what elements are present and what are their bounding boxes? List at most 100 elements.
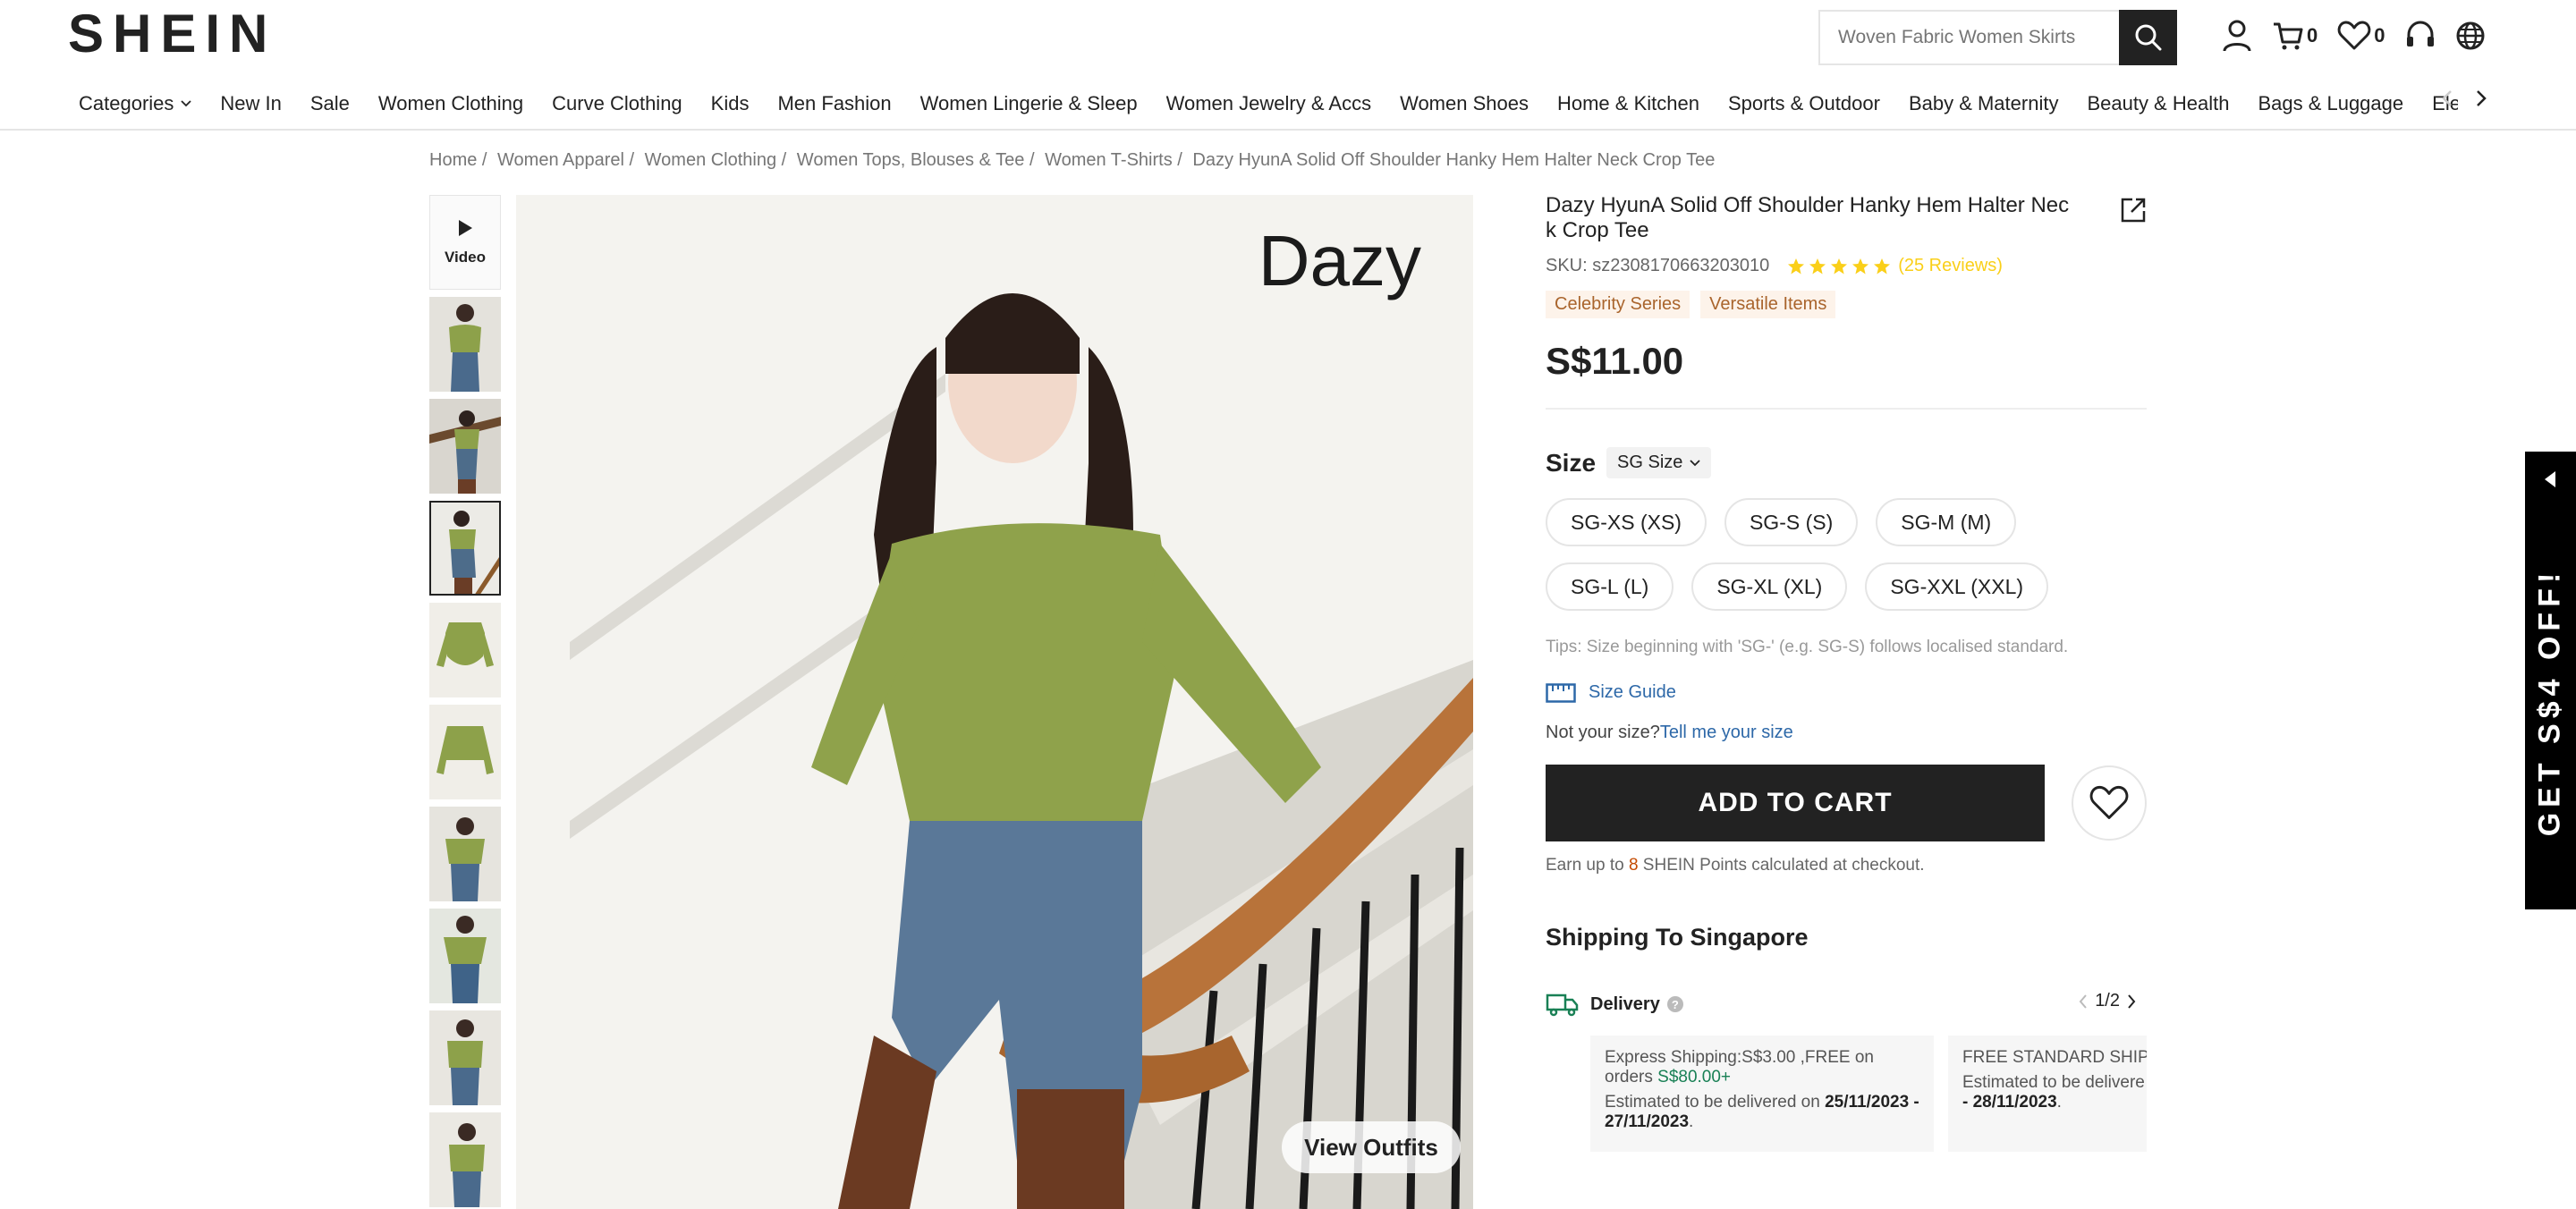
tag-celebrity-series[interactable]: Celebrity Series	[1546, 291, 1690, 318]
thumbnail[interactable]	[429, 297, 501, 392]
chevron-down-icon	[181, 100, 192, 107]
search-button[interactable]	[2119, 10, 2177, 65]
caret-left-icon[interactable]	[2543, 469, 2557, 489]
shein-logo[interactable]: SHEIN	[68, 5, 276, 63]
help-icon[interactable]: ?	[1666, 996, 1683, 1012]
size-option-xs[interactable]: SG-XS (XS)	[1546, 498, 1707, 546]
size-header: Size SG Size	[1546, 447, 2147, 478]
shipping-option-standard[interactable]: FREE STANDARD SHIP Estimated to be deliv…	[1948, 1036, 2147, 1152]
tag-versatile-items[interactable]: Versatile Items	[1700, 291, 1836, 318]
add-to-cart-button[interactable]: ADD TO CART	[1546, 765, 2045, 841]
delivery-label: Delivery	[1590, 993, 1660, 1014]
size-label: Size	[1546, 448, 1597, 477]
size-guide-link[interactable]: Size Guide	[1546, 682, 2147, 703]
size-standard-value: SG Size	[1617, 452, 1683, 472]
thumbnail[interactable]	[429, 705, 501, 799]
share-button[interactable]	[2120, 197, 2147, 228]
nav-item-kids[interactable]: Kids	[711, 92, 750, 115]
nav-item-women-shoes[interactable]: Women Shoes	[1400, 92, 1529, 115]
breadcrumb: Home / Women Apparel / Women Clothing / …	[429, 150, 1720, 171]
support-button[interactable]	[2405, 20, 2436, 52]
star-icon	[1831, 258, 1848, 274]
breadcrumb-women-tops[interactable]: Women Tops, Blouses & Tee /	[797, 150, 1035, 170]
cart-button[interactable]: 0	[2272, 20, 2318, 52]
heart-icon	[2089, 785, 2129, 819]
nav-item-categories[interactable]: Categories	[79, 92, 192, 115]
thumbnail[interactable]	[429, 807, 501, 901]
points-prefix: Earn up to	[1546, 856, 1629, 875]
nav-item-label: Sports & Outdoor	[1727, 92, 1880, 114]
standard-line: FREE STANDARD SHIP	[1962, 1048, 2147, 1067]
thumbnail[interactable]	[429, 909, 501, 1003]
divider	[1546, 408, 2147, 410]
size-standard-select[interactable]: SG Size	[1606, 447, 1712, 478]
search-input[interactable]	[1820, 12, 2115, 63]
express-estimate-prefix: Estimated to be delivered on	[1605, 1093, 1826, 1112]
main-product-image[interactable]: Dazy View Outfits	[516, 195, 1473, 1209]
size-tips: Tips: Size beginning with 'SG-' (e.g. SG…	[1546, 638, 2069, 656]
size-option-l[interactable]: SG-L (L)	[1546, 562, 1674, 611]
nav-item-beauty-health[interactable]: Beauty & Health	[2087, 92, 2229, 115]
wishlist-count: 0	[2374, 24, 2385, 46]
add-to-wishlist-button[interactable]	[2072, 765, 2147, 841]
nav-item-label: Kids	[710, 92, 750, 114]
nav-item-women-lingerie-sleep[interactable]: Women Lingerie & Sleep	[920, 92, 1138, 115]
thumbnail[interactable]	[429, 399, 501, 494]
nav-item-label: Beauty & Health	[2087, 92, 2230, 114]
size-option-m[interactable]: SG-M (M)	[1876, 498, 2017, 546]
thumbnail[interactable]	[429, 603, 501, 698]
search-box	[1818, 10, 2177, 65]
express-line: Express Shipping:S$3.00 ,FREE on orders	[1605, 1048, 1875, 1086]
brand-watermark: Dazy	[1258, 221, 1421, 300]
nav-item-home-kitchen[interactable]: Home & Kitchen	[1557, 92, 1699, 115]
nav-item-women-jewelry-accs[interactable]: Women Jewelry & Accs	[1166, 92, 1371, 115]
nav-item-label: Bags & Luggage	[2258, 92, 2404, 114]
promo-side-banner[interactable]: GET S$4 OFF!	[2525, 452, 2576, 909]
account-button[interactable]	[2222, 19, 2252, 53]
breadcrumb-women-clothing[interactable]: Women Clothing /	[645, 150, 787, 170]
nav-item-new-in[interactable]: New In	[220, 92, 281, 115]
nav-item-baby-maternity[interactable]: Baby & Maternity	[1909, 92, 2059, 115]
express-threshold: S$80.00+	[1657, 1068, 1732, 1086]
thumbnail[interactable]	[429, 1010, 501, 1105]
delivery-pager: 1/2	[2079, 991, 2136, 1011]
headset-icon	[2406, 21, 2434, 46]
nav-item-sale[interactable]: Sale	[310, 92, 350, 115]
rating-stars[interactable]	[1787, 258, 1891, 275]
nav-item-label: Women Lingerie & Sleep	[919, 92, 1138, 114]
not-your-size-text: Not your size?	[1546, 723, 1660, 742]
nav-item-label: Women Jewelry & Accs	[1165, 92, 1372, 114]
breadcrumb-women-apparel[interactable]: Women Apparel /	[497, 150, 634, 170]
cart-row: ADD TO CART	[1546, 765, 2147, 841]
chevron-left-icon[interactable]	[2442, 89, 2453, 107]
language-button[interactable]	[2455, 21, 2486, 51]
cart-count: 0	[2307, 24, 2318, 46]
breadcrumb-current: Dazy HyunA Solid Off Shoulder Hanky Hem …	[1192, 150, 1716, 170]
thumbnail[interactable]	[429, 1112, 501, 1207]
size-option-xxl[interactable]: SG-XXL (XXL)	[1865, 562, 2049, 611]
express-estimate-suffix: .	[1689, 1112, 1694, 1131]
breadcrumb-home[interactable]: Home /	[429, 150, 487, 170]
reviews-link[interactable]: (25 Reviews)	[1898, 256, 2003, 276]
thumbnail-active[interactable]	[429, 501, 501, 596]
delivery-row: Delivery ? 1/2	[1546, 991, 2147, 1018]
points-info: Earn up to 8 SHEIN Points calculated at …	[1546, 856, 2147, 875]
video-thumbnail[interactable]: Video	[429, 195, 501, 290]
chevron-right-icon[interactable]	[2476, 89, 2487, 107]
nav-item-sports-outdoor[interactable]: Sports & Outdoor	[1728, 92, 1880, 115]
view-outfits-button[interactable]: View Outfits	[1282, 1121, 1461, 1173]
wishlist-button[interactable]: 0	[2337, 21, 2385, 51]
nav-item-bags-luggage[interactable]: Bags & Luggage	[2258, 92, 2403, 115]
nav-item-label: Women Shoes	[1400, 92, 1529, 114]
size-option-xl[interactable]: SG-XL (XL)	[1691, 562, 1848, 611]
breadcrumb-women-tshirts[interactable]: Women T-Shirts /	[1045, 150, 1182, 170]
nav-item-curve-clothing[interactable]: Curve Clothing	[552, 92, 682, 115]
chevron-left-icon[interactable]	[2079, 993, 2088, 1010]
ruler-icon	[1546, 682, 1576, 703]
nav-item-women-clothing[interactable]: Women Clothing	[378, 92, 523, 115]
tell-me-your-size-link[interactable]: Tell me your size	[1660, 723, 1793, 742]
nav-item-men-fashion[interactable]: Men Fashion	[777, 92, 891, 115]
size-option-s[interactable]: SG-S (S)	[1724, 498, 1859, 546]
chevron-right-icon[interactable]	[2127, 993, 2136, 1010]
shipping-option-express[interactable]: Express Shipping:S$3.00 ,FREE on orders …	[1590, 1036, 1934, 1152]
